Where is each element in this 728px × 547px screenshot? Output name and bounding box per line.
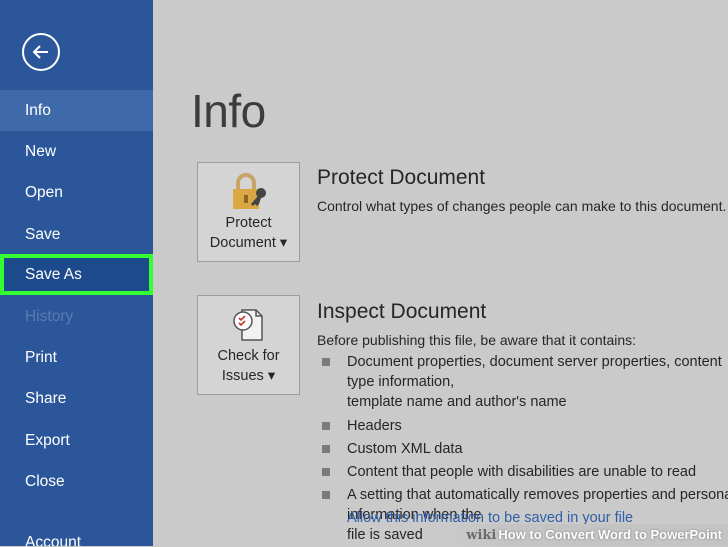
- backstage-main: Info Protect Document ▾ Protect Document…: [153, 0, 728, 546]
- sidebar-item-print[interactable]: Print: [0, 337, 153, 378]
- inspect-document-title: Inspect Document: [317, 300, 487, 323]
- watermark-text: How to Convert Word to PowerPoint: [498, 527, 722, 542]
- protect-document-label: Protect Document ▾: [209, 215, 288, 251]
- protect-document-button[interactable]: Protect Document ▾: [197, 162, 300, 262]
- page-title: Info: [191, 85, 266, 137]
- check-for-issues-label: Check for Issues ▾: [217, 348, 280, 384]
- backstage-sidebar: Info New Open Save Save As History Print…: [0, 0, 153, 546]
- protect-document-description: Control what types of changes people can…: [317, 198, 727, 214]
- inspect-document-description: Before publishing this file, be aware th…: [317, 332, 637, 348]
- sidebar-item-account[interactable]: Account: [0, 522, 153, 546]
- list-item: Content that people with disabilities ar…: [320, 462, 728, 482]
- sidebar-item-close[interactable]: Close: [0, 461, 153, 502]
- sidebar-item-open[interactable]: Open: [0, 172, 153, 213]
- sidebar-item-export[interactable]: Export: [0, 420, 153, 461]
- back-arrow-icon: [32, 45, 48, 59]
- sidebar-item-info[interactable]: Info: [0, 90, 153, 131]
- list-item: Headers: [320, 416, 728, 436]
- protect-document-title: Protect Document: [317, 166, 486, 189]
- sidebar-item-save[interactable]: Save: [0, 214, 153, 255]
- inspect-document-icon: [233, 309, 263, 341]
- check-for-issues-button[interactable]: Check for Issues ▾: [197, 295, 300, 395]
- sidebar-item-new[interactable]: New: [0, 131, 153, 172]
- wikihow-watermark: wiki How to Convert Word to PowerPoint: [446, 524, 728, 546]
- back-button[interactable]: [22, 33, 60, 71]
- list-item: Custom XML data: [320, 439, 728, 459]
- lock-key-icon: [233, 173, 266, 209]
- watermark-brand: wiki: [466, 528, 497, 543]
- sidebar-item-share[interactable]: Share: [0, 378, 153, 419]
- sidebar-item-history: History: [25, 308, 74, 325]
- sidebar-item-save-as[interactable]: Save As: [0, 254, 153, 295]
- list-item: Document properties, document server pro…: [320, 352, 728, 412]
